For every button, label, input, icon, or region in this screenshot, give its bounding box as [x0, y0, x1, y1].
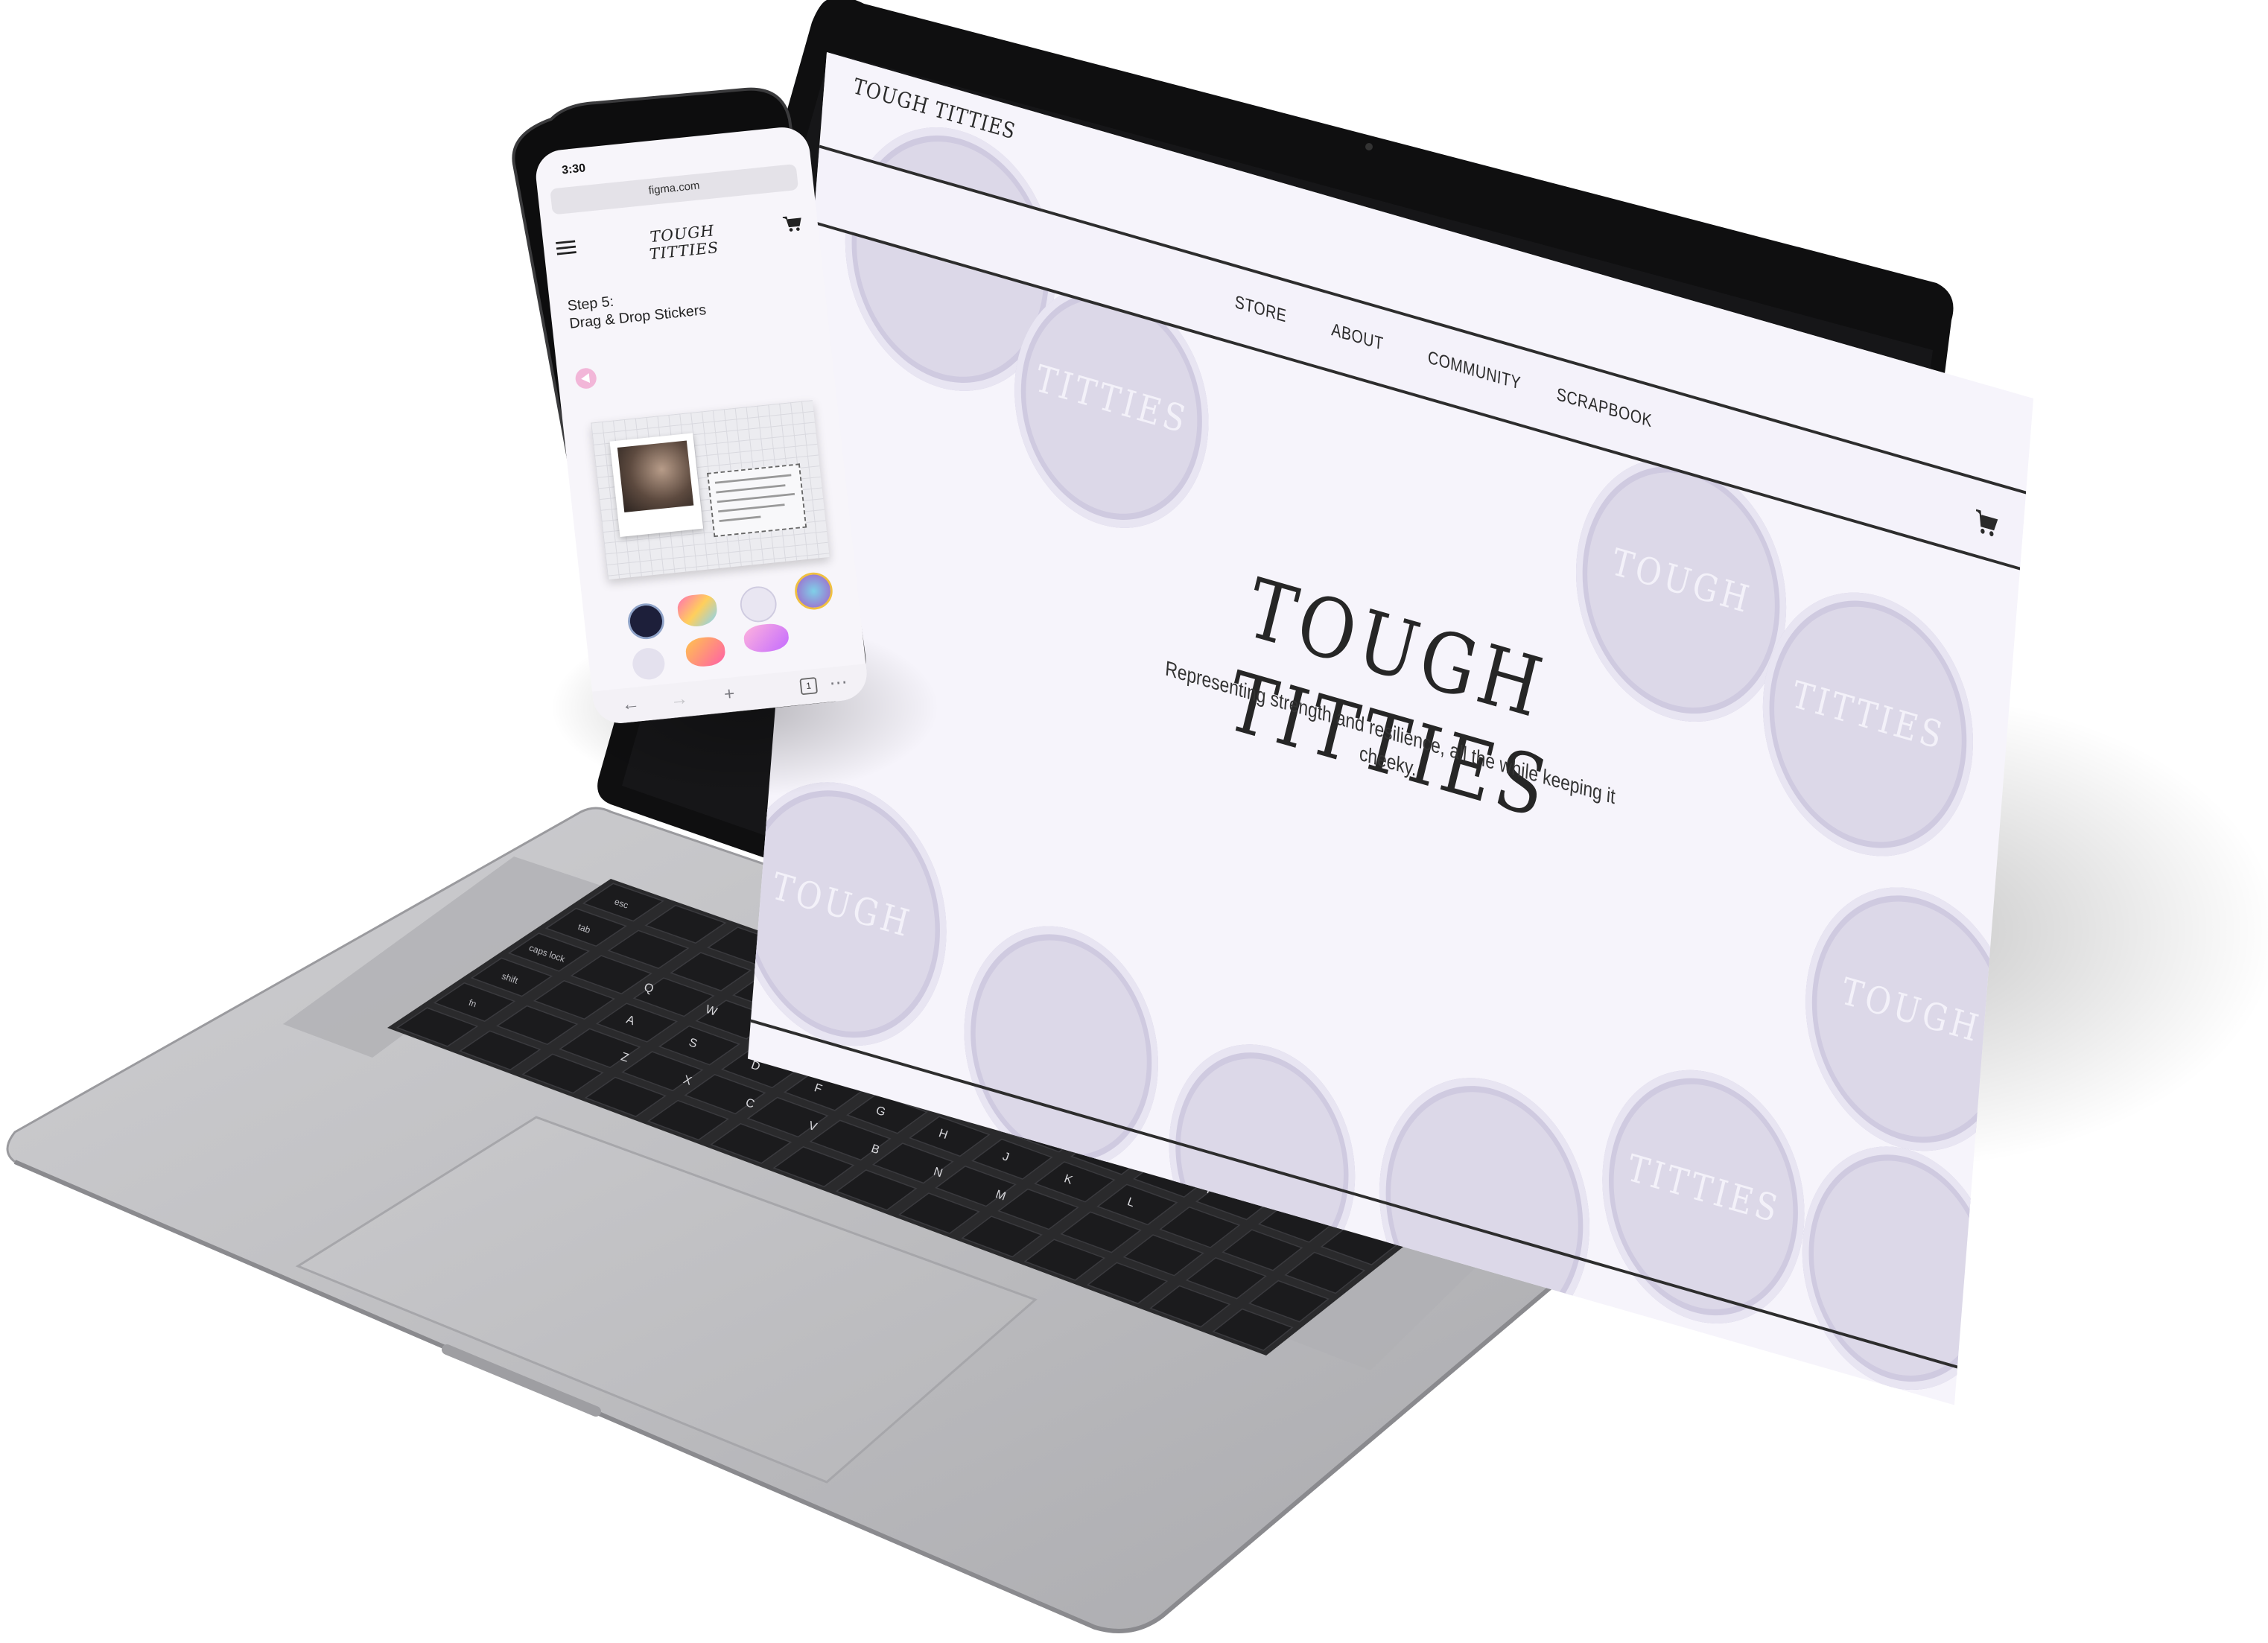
shopping-cart-icon[interactable]: [782, 214, 804, 233]
note-line: [717, 492, 795, 503]
status-time: 3:30: [561, 161, 586, 177]
note-line: [716, 484, 786, 494]
back-arrow-icon[interactable]: [574, 366, 598, 390]
url-text: figma.com: [647, 179, 701, 197]
phone-device: [512, 87, 938, 797]
sticker-option[interactable]: [631, 646, 667, 681]
mobile-logo[interactable]: TOUGH TITTIES: [626, 220, 740, 266]
step-heading: Step 5: Drag & Drop Stickers: [567, 284, 708, 333]
sticker-option[interactable]: [792, 571, 835, 611]
polaroid-photo[interactable]: [609, 433, 704, 538]
hamburger-menu-icon[interactable]: [556, 240, 576, 257]
note-card[interactable]: [707, 463, 807, 538]
note-line: [719, 515, 761, 522]
new-tab-icon[interactable]: +: [723, 683, 736, 705]
back-icon[interactable]: ←: [620, 693, 641, 716]
sticker-option[interactable]: [676, 592, 719, 629]
scrapbook-board[interactable]: [591, 400, 830, 580]
sticker-option[interactable]: [626, 601, 667, 641]
sticker-option[interactable]: [684, 635, 727, 669]
tabs-icon[interactable]: 1: [799, 677, 819, 696]
sticker-option[interactable]: [743, 622, 790, 654]
sticker-option[interactable]: [738, 585, 779, 624]
note-line: [714, 474, 792, 484]
more-icon[interactable]: ⋯: [828, 671, 848, 694]
photo-image: [617, 440, 694, 513]
forward-icon[interactable]: →: [669, 687, 689, 711]
note-line: [718, 503, 785, 513]
